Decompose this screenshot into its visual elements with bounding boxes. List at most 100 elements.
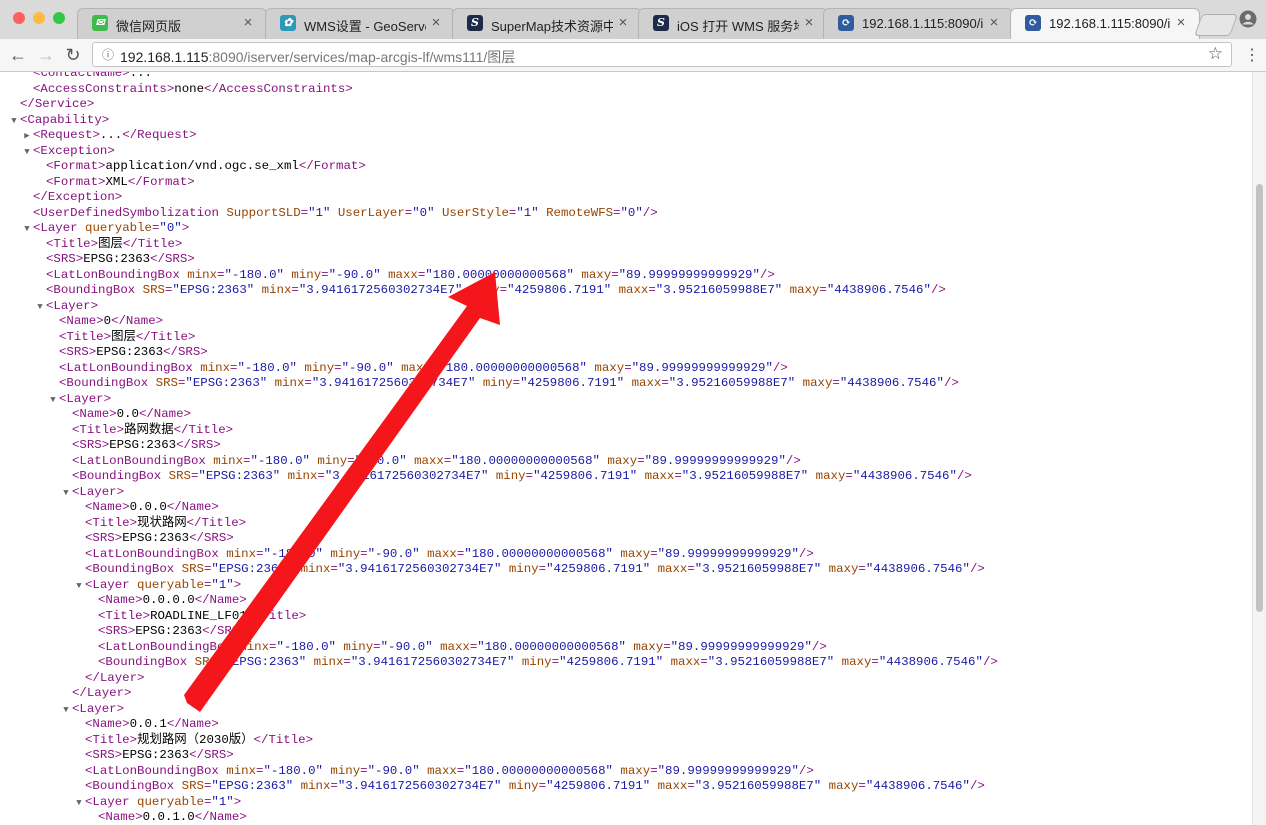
xml-attr-name: minx [293,562,331,576]
xml-attr-name: SRS [161,469,191,483]
expand-toggle-icon[interactable]: ▼ [21,222,33,237]
xml-attr-name: miny [475,376,513,390]
tab-1[interactable]: ✿ WMS设置 - GeoServer × [265,8,455,39]
expand-toggle-icon[interactable]: ▼ [73,796,85,811]
xml-text: ... [129,72,152,80]
xml-tag: <Layer> [59,391,112,406]
window-close-button[interactable] [13,12,25,24]
xml-attr-name: maxy [821,562,859,576]
xml-tag: </Title> [122,236,183,251]
xml-line: <AccessConstraints>none</AccessConstrain… [21,82,353,97]
xml-tag: = [637,453,645,468]
xml-line: <LatLonBoundingBox minx="-180.0" miny="-… [60,454,801,469]
expand-toggle-icon[interactable]: ▼ [47,393,59,408]
address-bar[interactable]: ⓘ 192.168.1.115:8090/iserver/services/ma… [92,42,1232,67]
xml-tag: = [551,655,560,669]
xml-attr-value: "1" [211,577,234,592]
url-text[interactable]: 192.168.1.115:8090/iserver/services/map-… [120,47,515,67]
xml-tag: <Format> [46,159,106,173]
xml-tag: </Title> [186,515,247,530]
expand-toggle-icon[interactable]: ▼ [21,145,33,160]
xml-attr-value: "0" [412,205,435,220]
xml-attr-value: "3.95216059988E7" [681,469,809,483]
xml-attr-name: miny [488,469,526,483]
tab-close-icon[interactable]: × [615,13,631,33]
xml-text: 图层 [98,236,123,251]
xml-text: 0 [103,314,112,328]
xml-line: <Name>0</Name> [47,314,163,329]
xml-attr-value: "89.99999999999929" [644,453,786,468]
new-tab-button[interactable] [1193,14,1239,36]
tab-5[interactable]: ⟳ 192.168.1.115:8090/i × [1010,8,1200,40]
xml-attr-value: "4438906.7546" [839,376,944,390]
xml-line: <Name>0.0.1.0</Name> [86,810,247,825]
xml-tag: = [650,546,658,561]
xml-attr-name: maxy [808,469,846,483]
xml-attr-name: queryable [129,794,204,809]
xml-tag: <LatLonBoundingBox [85,763,219,778]
tab-close-icon[interactable]: × [1173,13,1189,33]
xml-line: <Format>application/vnd.ogc.se_xml</Form… [34,159,366,174]
xml-line: <Name>0.0.0</Name> [73,500,219,515]
xml-attr-value: "3.9416172560302734E7" [298,283,463,297]
xml-tag: <Layer [33,221,78,235]
vertical-scrollbar[interactable] [1252,72,1266,825]
xml-attr-name: minx [293,779,331,793]
xml-attr-name: miny [462,283,500,297]
info-icon[interactable]: ⓘ [99,46,117,64]
xml-attr-value: "4438906.7546" [865,562,970,576]
tab-strip: ✉ 微信网页版 × ✿ WMS设置 - GeoServer × S SuperMap技术资源中… [0,0,1266,40]
xml-text: 0.0 [116,407,139,421]
xml-tag: </Layer> [72,686,132,700]
tab-close-icon[interactable]: × [801,13,817,33]
xml-attr-value: "4259806.7191" [507,283,612,297]
xml-tag: <Format> [46,174,106,189]
xml-tag: = [611,267,619,282]
profile-icon[interactable] [1239,10,1257,28]
more-menu-icon[interactable]: ⋮ [1244,46,1260,66]
xml-tag: </Name> [138,407,191,421]
tab-close-icon[interactable]: × [986,13,1002,33]
bookmark-star-icon[interactable]: ☆ [1208,44,1223,64]
xml-tag: <LatLonBoundingBox [72,453,206,468]
xml-attr-value: "4438906.7546" [852,469,957,483]
xml-attr-name: maxx [624,376,662,390]
expand-toggle-icon[interactable]: ▼ [60,703,72,718]
tab-title: SuperMap技术资源中心 [491,19,613,34]
xml-tag: > [181,221,190,235]
xml-attr-name: maxx [393,360,431,375]
xml-attr-name: miny [309,453,348,468]
expand-toggle-icon[interactable]: ▼ [60,486,72,501]
xml-attr-name: minx [254,283,292,297]
xml-tag: Name> [92,72,130,80]
tab-close-icon[interactable]: × [240,13,256,33]
xml-tag: /> [930,283,946,297]
tab-0[interactable]: ✉ 微信网页版 × [77,8,267,39]
reload-button[interactable]: ↻ [63,45,83,65]
expand-toggle-icon[interactable]: ▼ [73,579,85,594]
xml-tag: <BoundingBox [59,376,149,390]
xml-attr-name: maxy [834,655,872,669]
xml-line: <BoundingBox SRS="EPSG:2363" minx="3.941… [34,283,946,298]
tab-4[interactable]: ⟳ 192.168.1.115:8090/i × [823,8,1013,39]
scrollbar-thumb[interactable] [1256,184,1263,612]
window-minimize-button[interactable] [33,12,45,24]
expand-toggle-icon[interactable]: ▼ [8,114,20,129]
xml-tag: > [233,794,242,809]
window-zoom-button[interactable] [53,12,65,24]
tab-2[interactable]: S SuperMap技术资源中心× [452,8,642,39]
xml-tag: <AccessConstraints> [33,81,175,96]
tab-close-icon[interactable]: × [428,13,444,33]
forward-button[interactable]: → [36,45,56,65]
xml-text: 路网数据 [124,422,174,437]
expand-toggle-icon[interactable]: ▼ [34,300,46,315]
xml-tag: <Name> [59,314,104,328]
back-button[interactable]: ← [8,45,28,65]
expand-toggle-icon[interactable]: ▶ [21,129,33,144]
xml-tag: /> [943,376,959,390]
xml-tag: <SRS> [85,531,123,545]
tab-3[interactable]: SiOS 打开 WMS 服务地图× [638,8,828,39]
xml-text: application/vnd.ogc.se_xml [105,159,299,173]
xml-attr-name: maxx [380,267,418,282]
xml-tag: </Title> [246,608,307,623]
